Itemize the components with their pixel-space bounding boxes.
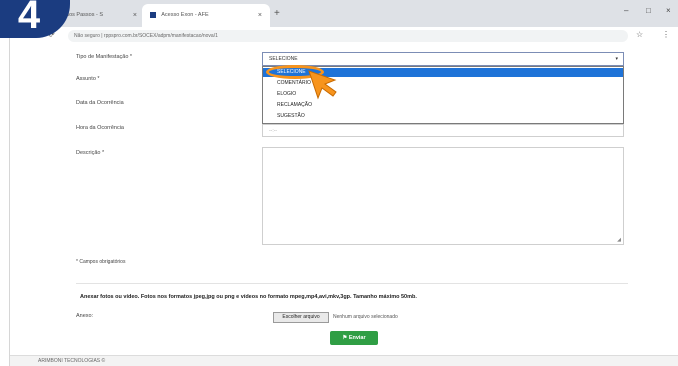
choose-file-button[interactable]: Escolher arquivo [273,312,329,323]
browser-menu-icon[interactable]: ⋮ [662,30,670,39]
close-window-button[interactable]: × [666,6,671,15]
minimize-button[interactable]: – [624,6,628,15]
tab-strip: ...ação dos Passos - S × Acesso Exon - A… [10,0,678,27]
maximize-button[interactable]: □ [646,6,651,15]
address-bar: ← → ⟳ Não seguro | rppspro.com.br/SOCEX/… [10,27,678,46]
descricao-label: Descrição * [76,150,105,156]
footer-text: ARIMBONI TECNOLOGIAS © [38,358,106,364]
close-icon[interactable]: × [258,4,262,27]
step-number: 4 [17,0,41,37]
footer: ARIMBONI TECNOLOGIAS © [10,355,678,366]
divider [76,283,628,284]
new-tab-button[interactable]: + [274,9,280,19]
resize-handle-icon[interactable]: ◢ [617,237,621,243]
tab-active-title: Acesso Exon - AFE [161,12,209,18]
submit-label: Enviar [348,335,366,341]
browser-window: ...ação dos Passos - S × Acesso Exon - A… [10,0,678,366]
hora-label: Hora da Ocorrência [76,125,124,131]
chevron-down-icon: ▾ [615,56,618,62]
star-icon[interactable]: ☆ [636,30,643,39]
select-value: SELECIONE [269,56,298,62]
submit-button[interactable]: ⚑ Enviar [330,331,378,345]
descricao-textarea[interactable]: ◢ [262,147,624,245]
required-note: * Campos obrigatórios [76,259,126,265]
attach-instructions: Anexar fotos ou vídeo. Fotos nos formato… [80,294,417,300]
cursor-arrow-icon [308,70,337,100]
option-sugestao[interactable]: SUGESTÃO [263,112,623,121]
url-input[interactable]: Não seguro | rppspro.com.br/SOCEX/adpm/m… [68,30,628,42]
file-status: Nenhum arquivo selecionado [333,314,398,320]
close-icon[interactable]: × [133,4,137,27]
site-favicon-icon [150,11,156,18]
send-icon: ⚑ [342,335,348,341]
tipo-label: Tipo de Manifestação * [76,54,133,60]
anexo-label: Anexo: [76,313,94,319]
tab-active[interactable]: Acesso Exon - AFE × [142,4,270,27]
data-label: Data da Ocorrência [76,100,124,106]
tipo-select[interactable]: SELECIONE ▾ [262,52,624,66]
hora-input[interactable]: --:-- [262,124,624,137]
assunto-label: Assunto * [76,76,100,82]
